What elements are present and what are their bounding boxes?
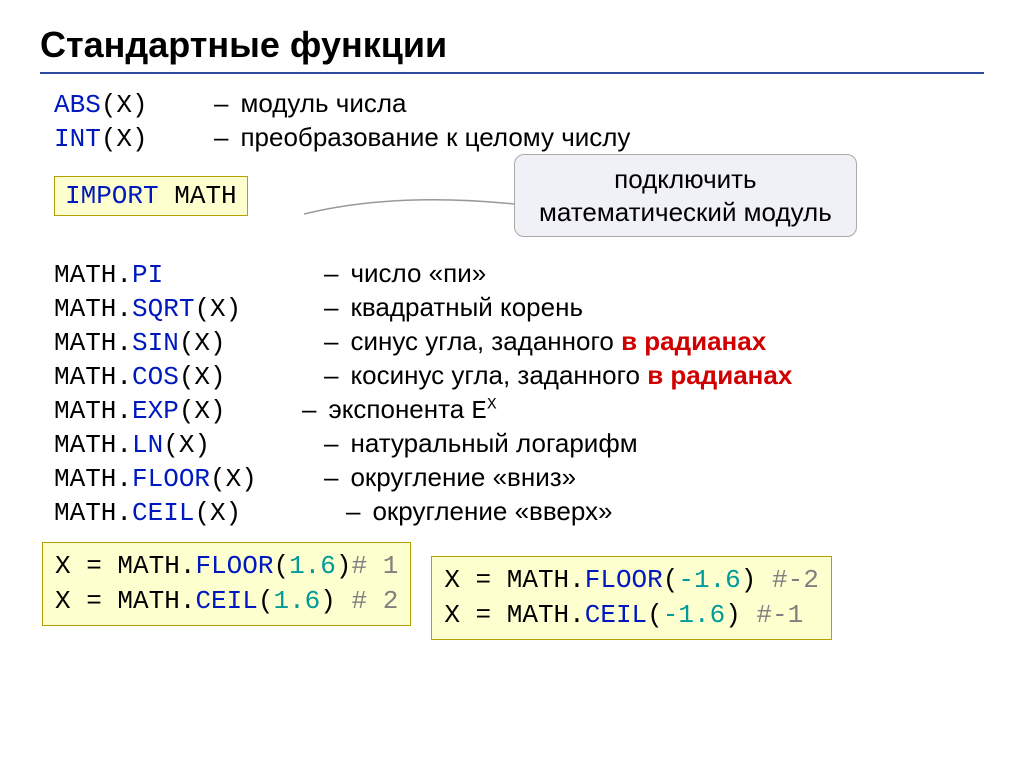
function-name: MATH.PI [54,260,324,290]
import-box: IMPORT MATH [54,176,248,216]
dash: – [324,428,338,459]
function-desc: округление «вниз» [350,462,576,493]
function-name: MATH.COS(X) [54,362,324,392]
function-row: MATH.PI–число «пи» [54,258,984,290]
function-desc: число «пи» [350,258,486,289]
function-desc: экспонента EX [328,394,496,426]
function-name: MATH.FLOOR(X) [54,464,324,494]
dash: – [324,462,338,493]
function-desc: модуль числа [240,88,406,119]
example-box-right: X = MATH.FLOOR(-1.6) #-2X = MATH.CEIL(-1… [431,556,832,640]
function-name: INT(X) [54,124,214,154]
dash: – [302,394,316,425]
example-box-left: X = MATH.FLOOR(1.6)# 1X = MATH.CEIL(1.6)… [42,542,411,626]
dash: – [324,292,338,323]
callout-box: подключить математический модуль [514,154,857,237]
dash: – [214,122,228,153]
function-name: MATH.CEIL(X) [54,498,346,528]
divider [40,72,984,74]
dash: – [324,360,338,391]
function-name: MATH.SIN(X) [54,328,324,358]
import-area: IMPORT MATH подключить математический мо… [54,176,984,240]
dash: – [324,258,338,289]
function-row: ABS(X)–модуль числа [54,88,984,120]
top-function-list: ABS(X)–модуль числаINT(X)–преобразование… [40,88,984,154]
function-row: MATH.FLOOR(X)–округление «вниз» [54,462,984,494]
code-line: X = MATH.FLOOR(1.6)# 1 [55,549,398,584]
function-row: MATH.LN(X)–натуральный логарифм [54,428,984,460]
function-desc: натуральный логарифм [350,428,637,459]
callout-tail [304,196,514,226]
examples-row: X = MATH.FLOOR(1.6)# 1X = MATH.CEIL(1.6)… [42,542,984,640]
function-desc: косинус угла, заданного в радианах [350,360,792,391]
function-desc: преобразование к целому числу [240,122,630,153]
function-name: MATH.LN(X) [54,430,324,460]
code-line: X = MATH.CEIL(-1.6) #-1 [444,598,819,633]
function-desc: синус угла, заданного в радианах [350,326,766,357]
dash: – [346,496,360,527]
function-name: ABS(X) [54,90,214,120]
function-desc: округление «вверх» [372,496,612,527]
function-name: MATH.SQRT(X) [54,294,324,324]
function-row: MATH.CEIL(X)–округление «вверх» [54,496,984,528]
function-row: MATH.SQRT(X)–квадратный корень [54,292,984,324]
function-name: MATH.EXP(X) [54,396,302,426]
page-title: Стандартные функции [40,24,984,66]
function-desc: квадратный корень [350,292,583,323]
function-row: MATH.EXP(X)–экспонента EX [54,394,984,426]
function-row: MATH.SIN(X)–синус угла, заданного в ради… [54,326,984,358]
dash: – [324,326,338,357]
code-line: X = MATH.FLOOR(-1.6) #-2 [444,563,819,598]
math-function-list: MATH.PI–число «пи»MATH.SQRT(X)–квадратны… [40,258,984,528]
function-row: MATH.COS(X)–косинус угла, заданного в ра… [54,360,984,392]
dash: – [214,88,228,119]
code-line: X = MATH.CEIL(1.6) # 2 [55,584,398,619]
function-row: INT(X)–преобразование к целому числу [54,122,984,154]
